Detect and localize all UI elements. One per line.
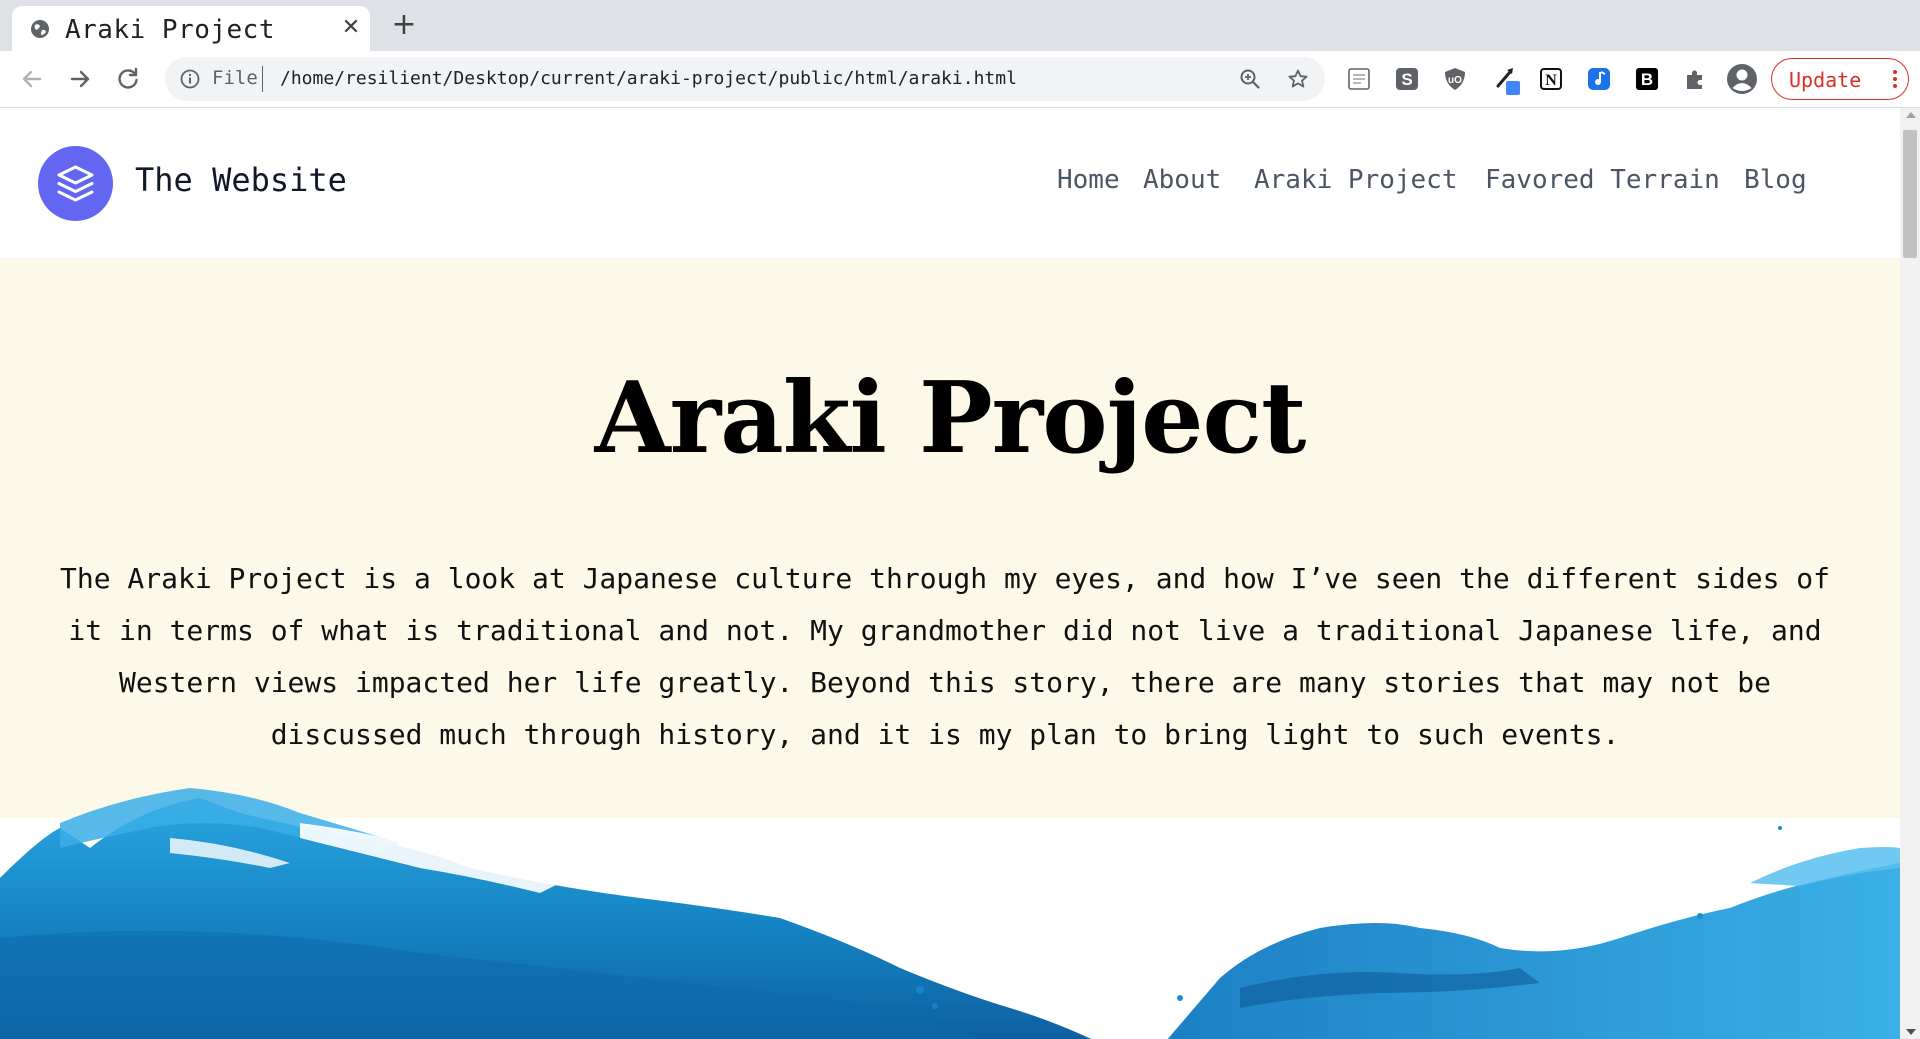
svg-text:B: B (1641, 70, 1653, 89)
site-logo[interactable] (38, 146, 113, 221)
new-tab-icon[interactable]: + (390, 10, 418, 40)
forward-arrow-icon[interactable] (66, 65, 94, 93)
page-viewport: The Website Home About Araki Project Fav… (0, 108, 1900, 1039)
nav-home[interactable]: Home (1057, 165, 1120, 195)
url-text[interactable]: /home/resilient/Desktop/current/araki-pr… (280, 68, 1017, 89)
address-separator (262, 66, 263, 92)
layers-icon (57, 165, 94, 202)
notion-icon[interactable]: N (1538, 66, 1564, 92)
nav-araki-project[interactable]: Araki Project (1254, 165, 1458, 195)
hero-section: Araki Project The Araki Project is a loo… (0, 258, 1900, 818)
reload-icon[interactable] (114, 65, 142, 93)
b-extension-icon[interactable]: B (1634, 66, 1660, 92)
scroll-down-arrow-icon[interactable] (1906, 1029, 1916, 1035)
eyedropper-extension-icon[interactable] (1492, 64, 1522, 96)
scroll-thumb[interactable] (1903, 130, 1917, 258)
bookmark-star-icon[interactable] (1287, 68, 1309, 90)
info-icon[interactable] (179, 68, 201, 90)
update-label: Update (1789, 68, 1862, 92)
browser-tab[interactable]: Araki Project ✕ (12, 6, 370, 51)
reader-extension-icon[interactable] (1346, 66, 1372, 92)
tab-close-icon[interactable]: ✕ (340, 17, 362, 39)
blue-brush-stroke-image (0, 788, 1900, 1039)
music-note-extension-icon[interactable] (1586, 66, 1612, 92)
hero-description: The Araki Project is a look at Japanese … (59, 562, 1831, 751)
svg-text:uO: uO (1448, 75, 1462, 86)
tab-title: Araki Project (65, 15, 275, 45)
page-scrollbar[interactable] (1900, 108, 1920, 1039)
address-bar[interactable]: File /home/resilient/Desktop/current/ara… (165, 57, 1325, 101)
nav-blog[interactable]: Blog (1744, 165, 1807, 195)
s-extension-icon[interactable]: S (1394, 66, 1420, 92)
svg-text:N: N (1545, 72, 1557, 89)
tab-strip: Araki Project ✕ + (0, 0, 1920, 51)
extensions-puzzle-icon[interactable] (1682, 66, 1708, 92)
back-arrow-icon[interactable] (18, 65, 46, 93)
nav-favored-terrain[interactable]: Favored Terrain (1485, 165, 1720, 195)
update-button[interactable]: Update (1771, 58, 1909, 100)
ublock-shield-icon[interactable]: uO (1442, 66, 1468, 92)
nav-about[interactable]: About (1143, 165, 1221, 195)
globe-icon (31, 20, 49, 38)
svg-text:S: S (1401, 70, 1412, 89)
site-name[interactable]: The Website (135, 161, 347, 199)
menu-dots-icon (1893, 70, 1897, 88)
scroll-up-arrow-icon[interactable] (1906, 112, 1916, 118)
zoom-icon[interactable] (1239, 68, 1261, 90)
profile-avatar-icon[interactable] (1726, 63, 1758, 95)
page-title: Araki Project (594, 361, 1307, 476)
scheme-label: File (212, 67, 258, 89)
site-header: The Website Home About Araki Project Fav… (0, 108, 1900, 258)
browser-toolbar: File /home/resilient/Desktop/current/ara… (0, 51, 1920, 108)
